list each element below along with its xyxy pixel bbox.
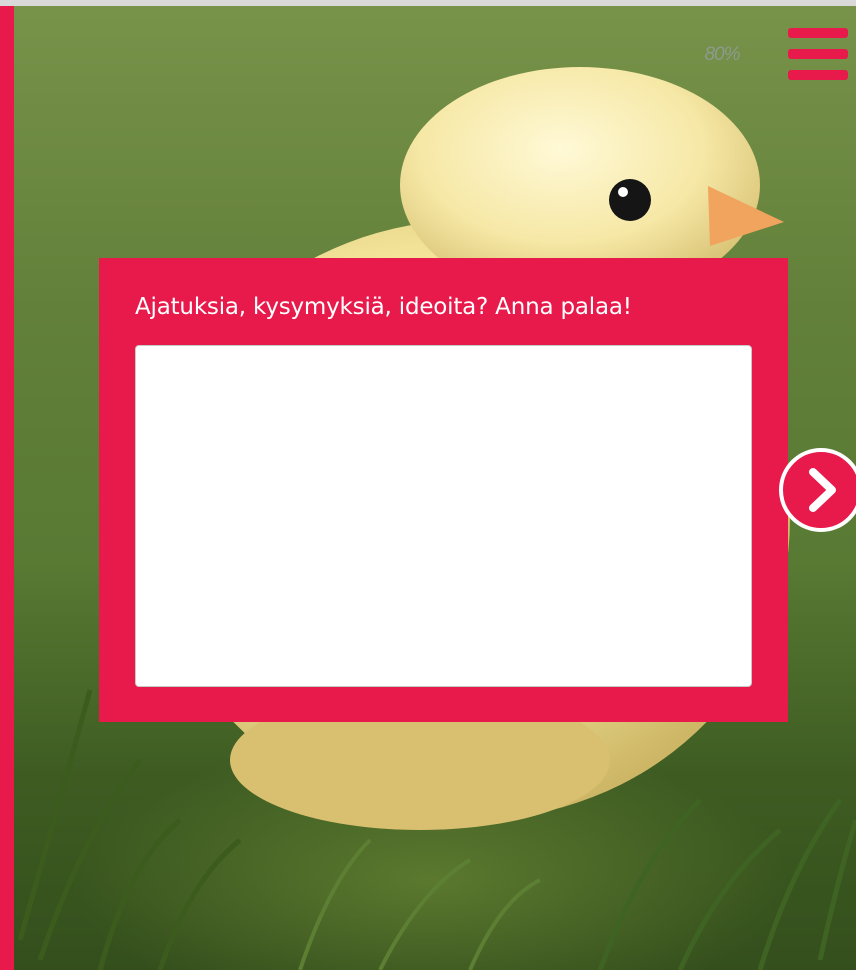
chick-eye	[609, 179, 651, 221]
left-accent-bar	[0, 6, 14, 970]
grass-blades-front	[298, 838, 541, 970]
chick-eye-highlight	[618, 187, 628, 197]
feedback-panel: Ajatuksia, kysymyksiä, ideoita? Anna pal…	[99, 258, 788, 722]
menu-line-bottom	[788, 70, 848, 80]
menu-line-top	[788, 28, 848, 38]
top-border	[0, 0, 856, 6]
grass-blades-right	[597, 798, 856, 970]
question-title: Ajatuksia, kysymyksiä, ideoita? Anna pal…	[135, 294, 632, 320]
grass-blades-left	[17, 689, 242, 970]
progress-indicator: 80%	[704, 44, 740, 65]
next-button-circle	[779, 448, 856, 532]
menu-line-middle	[788, 49, 848, 59]
chevron-right-icon[interactable]	[779, 448, 856, 532]
answer-textarea[interactable]	[135, 345, 752, 687]
hamburger-icon[interactable]	[788, 28, 848, 80]
